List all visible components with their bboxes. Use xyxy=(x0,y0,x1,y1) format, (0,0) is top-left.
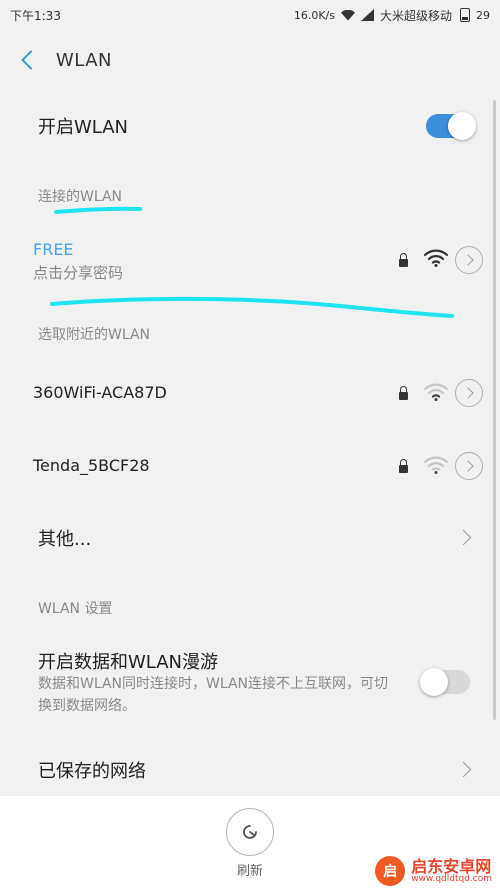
lock-icon xyxy=(399,386,408,400)
watermark-logo: 启 xyxy=(375,856,406,886)
annotation-underline-network xyxy=(50,296,454,318)
roaming-toggle-switch[interactable] xyxy=(420,668,470,696)
lock-icon xyxy=(399,459,408,473)
other-label: 其他... xyxy=(38,529,92,550)
chevron-right-icon xyxy=(461,460,474,472)
wifi-signal-icon xyxy=(424,249,448,267)
watermark-url: www.qdldtqd.com xyxy=(411,873,492,884)
saved-networks-label: 已保存的网络 xyxy=(38,761,146,782)
network-detail-button[interactable] xyxy=(455,379,483,407)
status-right: 16.0K/s 大米超级移动 29 xyxy=(294,7,490,24)
network-name: 360WiFi-ACA87D xyxy=(33,383,167,402)
wlan-toggle-label: 开启WLAN xyxy=(38,117,129,138)
other-networks-row[interactable]: 其他... xyxy=(0,516,500,560)
refresh-icon xyxy=(243,825,257,839)
connected-section-label: 连接的WLAN xyxy=(38,189,123,205)
nearby-section-label: 选取附近的WLAN xyxy=(38,327,151,343)
battery-level: 29 xyxy=(476,8,490,22)
lock-icon xyxy=(399,253,408,267)
page-title: WLAN xyxy=(56,49,113,71)
annotation-underline-section xyxy=(54,206,142,214)
network-name: Tenda_5BCF28 xyxy=(33,456,150,475)
connected-network-subtitle: 点击分享密码 xyxy=(33,264,124,282)
watermark-title: 启东安卓网 xyxy=(411,856,492,876)
refresh-button[interactable] xyxy=(226,808,274,856)
roaming-label: 开启数据和WLAN漫游 xyxy=(38,652,219,673)
status-time: 下午1:33 xyxy=(10,8,61,23)
saved-networks-row[interactable]: 已保存的网络 xyxy=(0,748,500,792)
toggle-knob xyxy=(448,112,476,140)
back-arrow-icon[interactable] xyxy=(21,50,41,70)
settings-section-label: WLAN 设置 xyxy=(38,601,113,617)
connected-network-name: FREE xyxy=(33,240,74,259)
wifi-signal-icon xyxy=(424,383,448,401)
roaming-description: 数据和WLAN同时连接时，WLAN连接不上互联网，可切换到数据网络。 xyxy=(38,676,389,714)
chevron-right-icon xyxy=(461,254,474,266)
toggle-knob xyxy=(420,668,448,696)
watermark: 启 启东安卓网 www.qdldtqd.com xyxy=(375,856,492,886)
wifi-status-icon xyxy=(340,9,355,20)
chevron-right-icon xyxy=(461,387,474,399)
network-speed: 16.0K/s xyxy=(293,8,335,22)
signal-icon xyxy=(360,9,374,21)
carrier-name: 大米超级移动 xyxy=(379,8,452,23)
battery-icon xyxy=(460,8,470,22)
scrollbar[interactable] xyxy=(493,100,496,720)
header: WLAN xyxy=(0,38,500,82)
network-detail-button[interactable] xyxy=(455,452,483,480)
wlan-toggle-row[interactable]: 开启WLAN xyxy=(0,104,500,148)
network-detail-button[interactable] xyxy=(455,246,483,274)
status-bar: 下午1:33 16.0K/s 大米超级移动 29 xyxy=(0,0,500,30)
wlan-toggle-switch[interactable] xyxy=(426,112,476,140)
watermark-text: 启东安卓网 www.qdldtqd.com xyxy=(411,856,492,884)
wifi-signal-icon xyxy=(424,456,448,474)
